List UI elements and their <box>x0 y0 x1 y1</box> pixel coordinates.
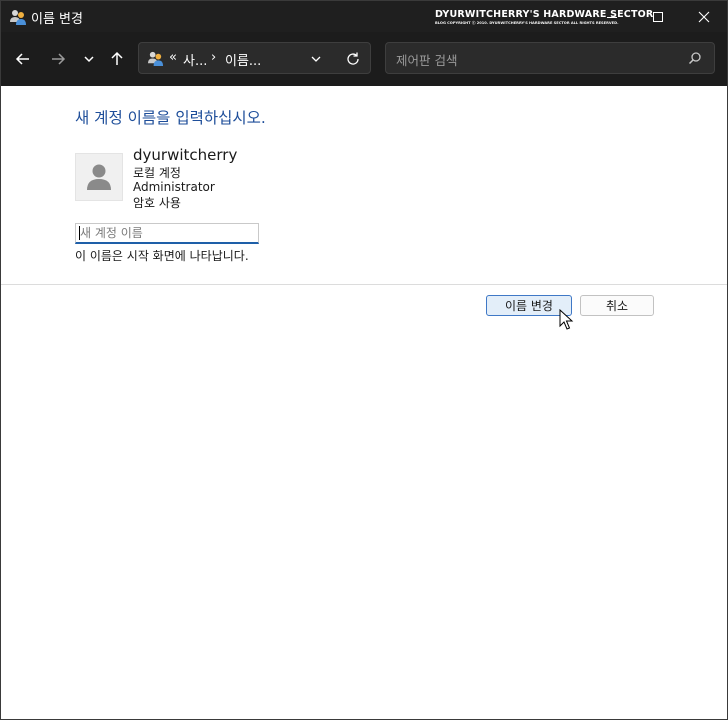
maximize-button[interactable] <box>635 1 681 32</box>
user-silhouette-icon <box>87 164 111 190</box>
close-icon <box>698 11 710 22</box>
title-bar: 이름 변경 DYURWITCHERRY'S HARDWARE SECTOR BL… <box>1 1 727 32</box>
password-status: 암호 사용 <box>133 196 181 210</box>
account-type: 로컬 계정 <box>133 166 181 180</box>
account-name: dyurwitcherry <box>133 146 238 164</box>
arrow-up-icon <box>111 51 123 65</box>
new-account-name-input[interactable] <box>75 223 259 244</box>
avatar <box>75 153 123 201</box>
breadcrumb-separator[interactable]: › <box>211 50 216 65</box>
watermark: DYURWITCHERRY'S HARDWARE SECTOR BLOG COP… <box>435 9 654 26</box>
arrow-left-icon <box>15 53 29 65</box>
breadcrumb-item-rename[interactable]: 이름... <box>225 50 261 69</box>
address-bar[interactable]: « 사... › 이름... <box>138 42 371 74</box>
minimize-button[interactable] <box>589 1 635 32</box>
up-button[interactable] <box>104 46 130 72</box>
cancel-button[interactable]: 취소 <box>580 295 654 316</box>
mouse-cursor-icon <box>559 309 574 330</box>
window-title: 이름 변경 <box>31 12 83 27</box>
chevron-down-icon[interactable] <box>309 52 323 66</box>
rename-account-window: 이름 변경 DYURWITCHERRY'S HARDWARE SECTOR BL… <box>0 0 728 720</box>
breadcrumb-overflow[interactable]: « <box>169 50 177 65</box>
close-button[interactable] <box>681 1 727 32</box>
search-box[interactable]: 제어판 검색 <box>385 42 715 74</box>
watermark-copyright: BLOG COPYRIGHT ⓒ 2010. DYURWITCHERRY'S H… <box>435 21 619 25</box>
user-accounts-icon <box>10 10 26 25</box>
arrow-right-icon <box>52 53 66 65</box>
account-role: Administrator <box>133 180 215 194</box>
navigation-bar: « 사... › 이름... 제어판 검색 <box>1 32 727 86</box>
recent-locations-button[interactable] <box>76 46 102 72</box>
chevron-down-icon <box>84 56 94 63</box>
user-accounts-icon <box>147 51 164 67</box>
divider <box>1 284 727 285</box>
back-button[interactable] <box>10 46 36 72</box>
minimize-icon <box>607 16 617 18</box>
input-hint: 이 이름은 시작 화면에 나타납니다. <box>75 249 249 263</box>
maximize-icon <box>653 11 663 22</box>
forward-button[interactable] <box>45 46 71 72</box>
page-heading: 새 계정 이름을 입력하십시오. <box>75 109 266 127</box>
watermark-title: DYURWITCHERRY'S HARDWARE SECTOR <box>435 9 654 20</box>
search-placeholder[interactable]: 제어판 검색 <box>396 50 457 69</box>
search-icon[interactable] <box>688 51 702 65</box>
breadcrumb-item-user-accounts[interactable]: 사... <box>183 50 207 69</box>
text-caret <box>79 226 80 240</box>
refresh-icon[interactable] <box>345 51 361 67</box>
